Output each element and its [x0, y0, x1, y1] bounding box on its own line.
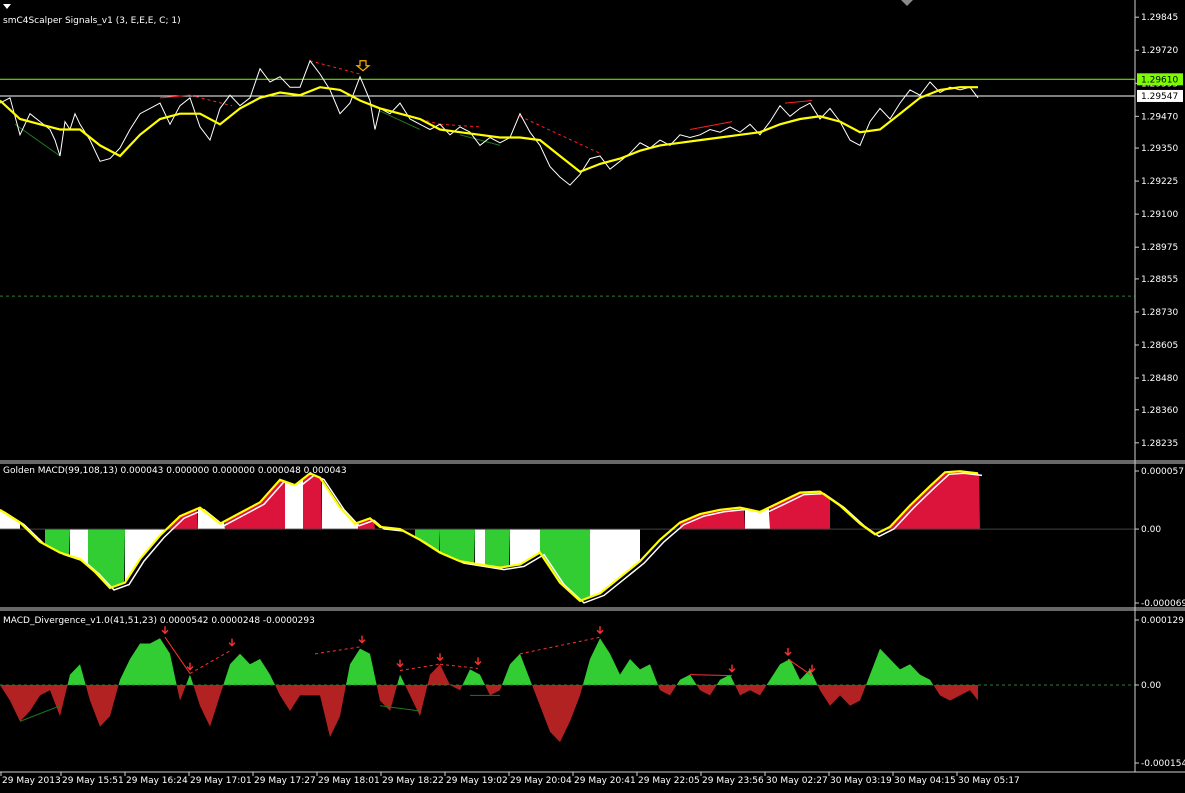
time-axis-label: 29 May 18:01 — [318, 776, 380, 786]
divergence-scale-label: 0.00 — [1141, 681, 1161, 691]
time-axis-label: 29 May 19:02 — [446, 776, 508, 786]
time-axis-label: 29 May 17:27 — [254, 776, 316, 786]
price-indicator-title: smC4Scalper Signals_v1 (3, E,E,E, C; 1) — [3, 16, 181, 26]
price-scale-label: 1.29225 — [1141, 177, 1178, 187]
time-axis-label: 30 May 05:17 — [958, 776, 1020, 786]
time-axis-label: 29 May 20:04 — [510, 776, 572, 786]
price-scale-label: 1.29350 — [1141, 144, 1178, 154]
price-level-label: 1.29547 — [1141, 92, 1178, 102]
trading-chart-window[interactable]: 1.298451.297201.295951.294701.293501.292… — [0, 0, 1185, 793]
time-axis-label: 29 May 22:05 — [638, 776, 700, 786]
price-scale-label: 1.28605 — [1141, 341, 1178, 351]
time-axis-label: 29 May 18:22 — [382, 776, 444, 786]
divergence-scale-label: -0.000154 — [1141, 759, 1185, 769]
golden-macd-title: Golden MACD(99,108,13) 0.000043 0.000000… — [3, 466, 347, 476]
price-scale-label: 1.29100 — [1141, 210, 1178, 220]
price-scale-label: 1.28360 — [1141, 406, 1178, 416]
price-scale-label: 1.28730 — [1141, 308, 1178, 318]
time-axis-label: 30 May 03:19 — [830, 776, 892, 786]
divergence-scale-label: 0.000129 — [1141, 616, 1184, 626]
price-scale-label: 1.29470 — [1141, 112, 1178, 122]
price-level-label: 1.29610 — [1141, 75, 1178, 85]
time-axis-label: 29 May 15:51 — [62, 776, 124, 786]
time-axis-label: 29 May 2013 — [2, 776, 61, 786]
time-axis-label: 29 May 17:01 — [190, 776, 252, 786]
golden-macd-scale-label: 0.000057 — [1141, 467, 1184, 477]
time-axis-label: 30 May 02:27 — [766, 776, 828, 786]
golden-macd-scale-label: 0.00 — [1141, 525, 1161, 535]
time-axis-label: 29 May 16:24 — [126, 776, 188, 786]
price-scale-label: 1.28235 — [1141, 439, 1178, 449]
golden-macd-histogram-bar — [485, 529, 510, 568]
price-scale-label: 1.29720 — [1141, 46, 1178, 56]
price-scale-label: 1.29845 — [1141, 13, 1178, 23]
price-scale-label: 1.28855 — [1141, 275, 1178, 285]
price-scale-label: 1.28975 — [1141, 243, 1178, 253]
time-axis-label: 30 May 04:15 — [894, 776, 956, 786]
price-scale-label: 1.28480 — [1141, 374, 1178, 384]
macd-divergence-title: MACD_Divergence_v1.0(41,51,23) 0.0000542… — [3, 616, 315, 626]
golden-macd-histogram-bar — [475, 529, 485, 566]
time-axis-label: 29 May 23:56 — [702, 776, 764, 786]
time-axis-label: 29 May 20:41 — [574, 776, 636, 786]
